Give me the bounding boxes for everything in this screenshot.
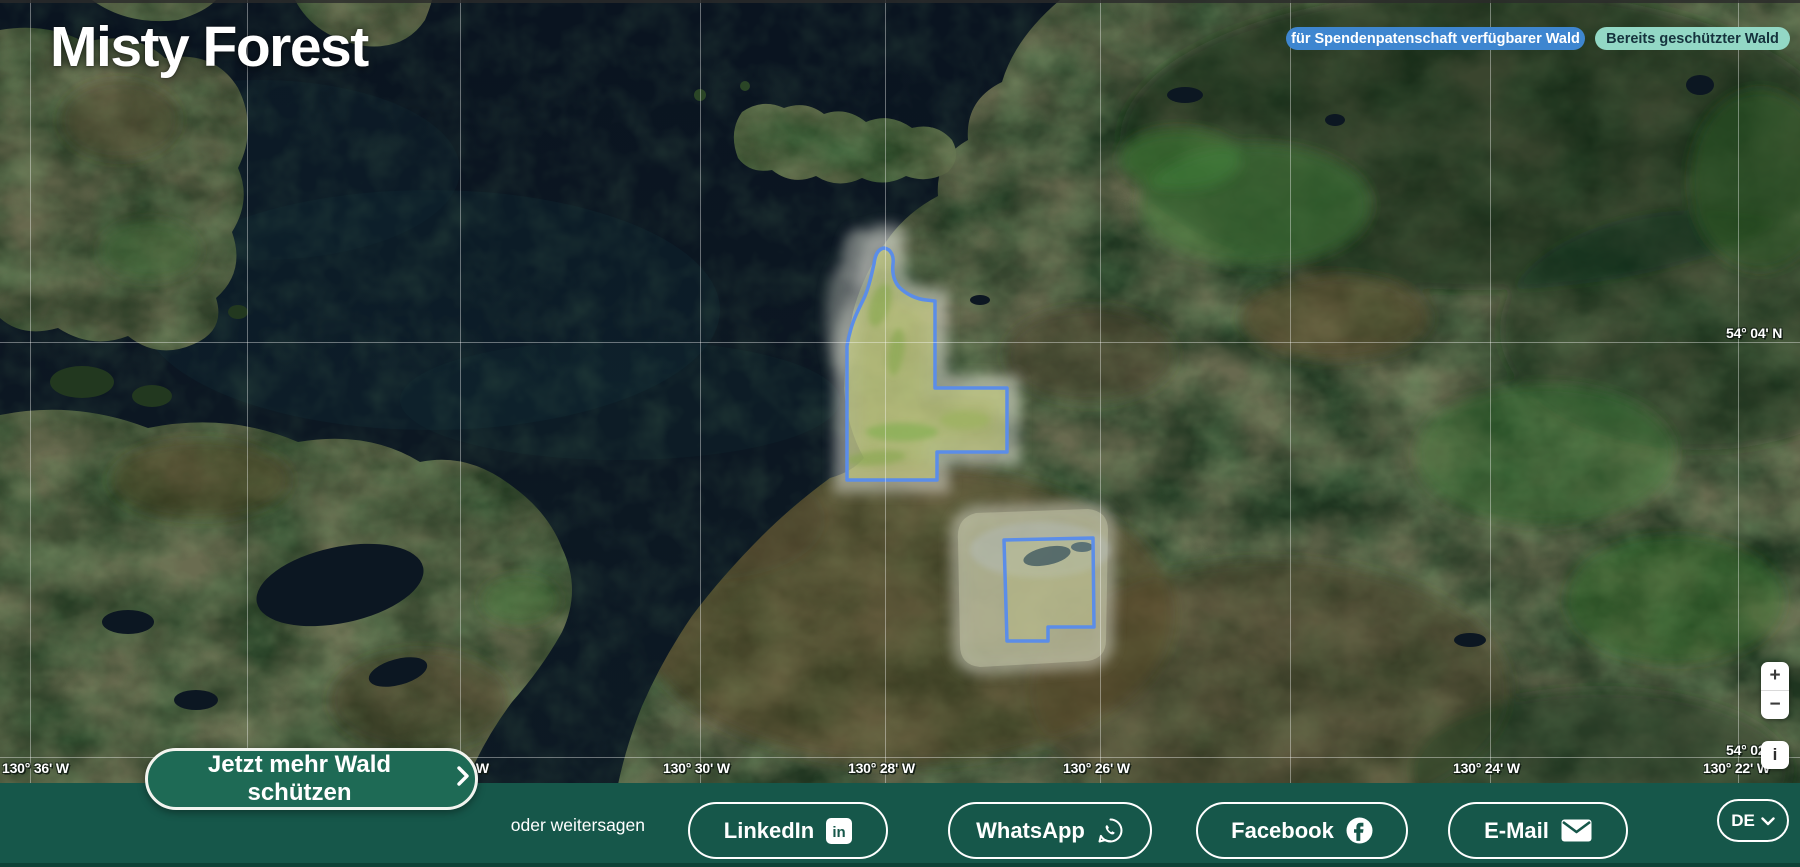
gridline-vertical bbox=[247, 0, 248, 783]
footer-bottom-edge bbox=[0, 863, 1800, 867]
legend-chip-available[interactable]: für Spendenpatenschaft verfügbarer Wald bbox=[1286, 27, 1585, 50]
share-linkedin-label: LinkedIn bbox=[724, 818, 814, 844]
legend-chip-available-label: für Spendenpatenschaft verfügbarer Wald bbox=[1291, 31, 1580, 47]
language-selector[interactable]: DE bbox=[1717, 799, 1789, 842]
linkedin-icon: in bbox=[826, 818, 852, 844]
svg-text:in: in bbox=[833, 824, 846, 841]
legend-chip-protected-label: Bereits geschützter Wald bbox=[1606, 31, 1779, 47]
share-email-label: E-Mail bbox=[1484, 818, 1549, 844]
zoom-out-button[interactable]: − bbox=[1761, 691, 1789, 719]
longitude-label: 130° 30' W bbox=[663, 760, 730, 776]
longitude-label: 130° 22' W bbox=[1703, 760, 1770, 776]
protect-more-forest-label: Jetzt mehr Wald schützen bbox=[154, 751, 445, 807]
gridline-vertical bbox=[885, 0, 886, 783]
share-email-button[interactable]: E-Mail bbox=[1448, 802, 1628, 859]
latitude-label: 54° 04' N bbox=[1726, 325, 1782, 341]
share-facebook-label: Facebook bbox=[1231, 818, 1334, 844]
gridline-vertical bbox=[30, 0, 31, 783]
info-button[interactable]: i bbox=[1761, 741, 1789, 769]
page-title: Misty Forest bbox=[50, 14, 368, 80]
gridline-vertical bbox=[460, 0, 461, 783]
longitude-label: 130° 26' W bbox=[1063, 760, 1130, 776]
facebook-icon bbox=[1346, 817, 1373, 844]
share-prompt: oder weitersagen bbox=[415, 815, 645, 836]
gridline-vertical bbox=[1738, 0, 1739, 783]
longitude-label: 130° 28' W bbox=[848, 760, 915, 776]
email-icon bbox=[1561, 819, 1592, 842]
whatsapp-icon bbox=[1097, 817, 1124, 844]
gridline-vertical bbox=[1490, 0, 1491, 783]
chevron-right-icon bbox=[457, 765, 469, 793]
misty-forest-map-page: 130° 36' W 130° 34' W 130° 30' W 130° 28… bbox=[0, 0, 1800, 867]
window-top-edge bbox=[0, 0, 1800, 3]
longitude-label: 130° 36' W bbox=[2, 760, 69, 776]
share-whatsapp-label: WhatsApp bbox=[976, 818, 1085, 844]
share-whatsapp-button[interactable]: WhatsApp bbox=[948, 802, 1152, 859]
gridline-vertical bbox=[1290, 0, 1291, 783]
available-forest-polygon-south[interactable] bbox=[958, 509, 1110, 667]
protect-more-forest-button[interactable]: Jetzt mehr Wald schützen bbox=[145, 748, 478, 810]
zoom-in-button[interactable]: + bbox=[1761, 662, 1789, 690]
gridline-vertical bbox=[1100, 0, 1101, 783]
longitude-label: 130° 24' W bbox=[1453, 760, 1520, 776]
map-zoom-control: + − bbox=[1761, 662, 1789, 719]
gridline-vertical bbox=[700, 0, 701, 783]
satellite-map[interactable] bbox=[0, 0, 1800, 867]
share-facebook-button[interactable]: Facebook bbox=[1196, 802, 1408, 859]
legend-chip-protected[interactable]: Bereits geschützter Wald bbox=[1595, 27, 1790, 50]
gridline-horizontal bbox=[0, 342, 1800, 343]
language-code: DE bbox=[1731, 811, 1755, 831]
chevron-down-icon bbox=[1761, 811, 1775, 831]
share-linkedin-button[interactable]: LinkedIn in bbox=[688, 802, 888, 859]
